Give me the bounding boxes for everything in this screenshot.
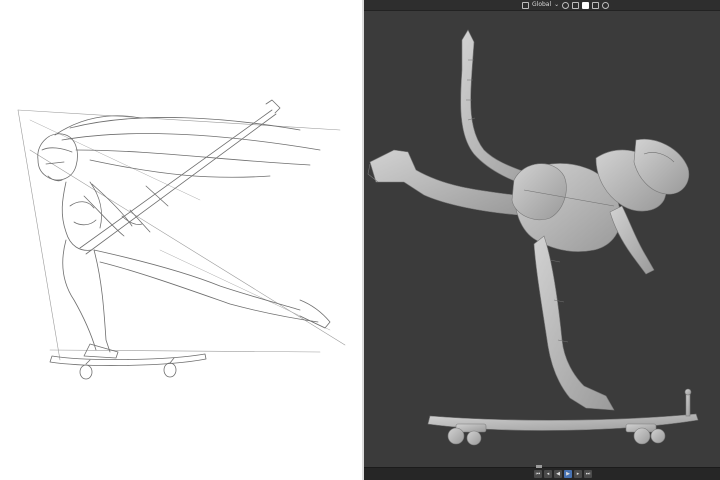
prev-keyframe-button[interactable]: ◂ [544, 470, 552, 478]
play-reverse-button[interactable]: ◀ [554, 470, 562, 478]
play-button[interactable]: ▶ [564, 470, 572, 478]
pencil-sketch [17, 99, 346, 380]
jump-start-button[interactable]: ⏮ [534, 470, 542, 478]
playhead-marker[interactable] [536, 465, 542, 468]
jump-end-button[interactable]: ⏭ [584, 470, 592, 478]
3d-viewport[interactable]: Global ⌄ ⏮ ◂ ◀ ▶ ▸ ⏭ [364, 0, 720, 480]
sculpt-model [367, 29, 699, 446]
timeline-bar: ⏮ ◂ ◀ ▶ ▸ ⏭ [364, 465, 720, 480]
sketch-canvas [0, 0, 362, 480]
next-keyframe-button[interactable]: ▸ [574, 470, 582, 478]
